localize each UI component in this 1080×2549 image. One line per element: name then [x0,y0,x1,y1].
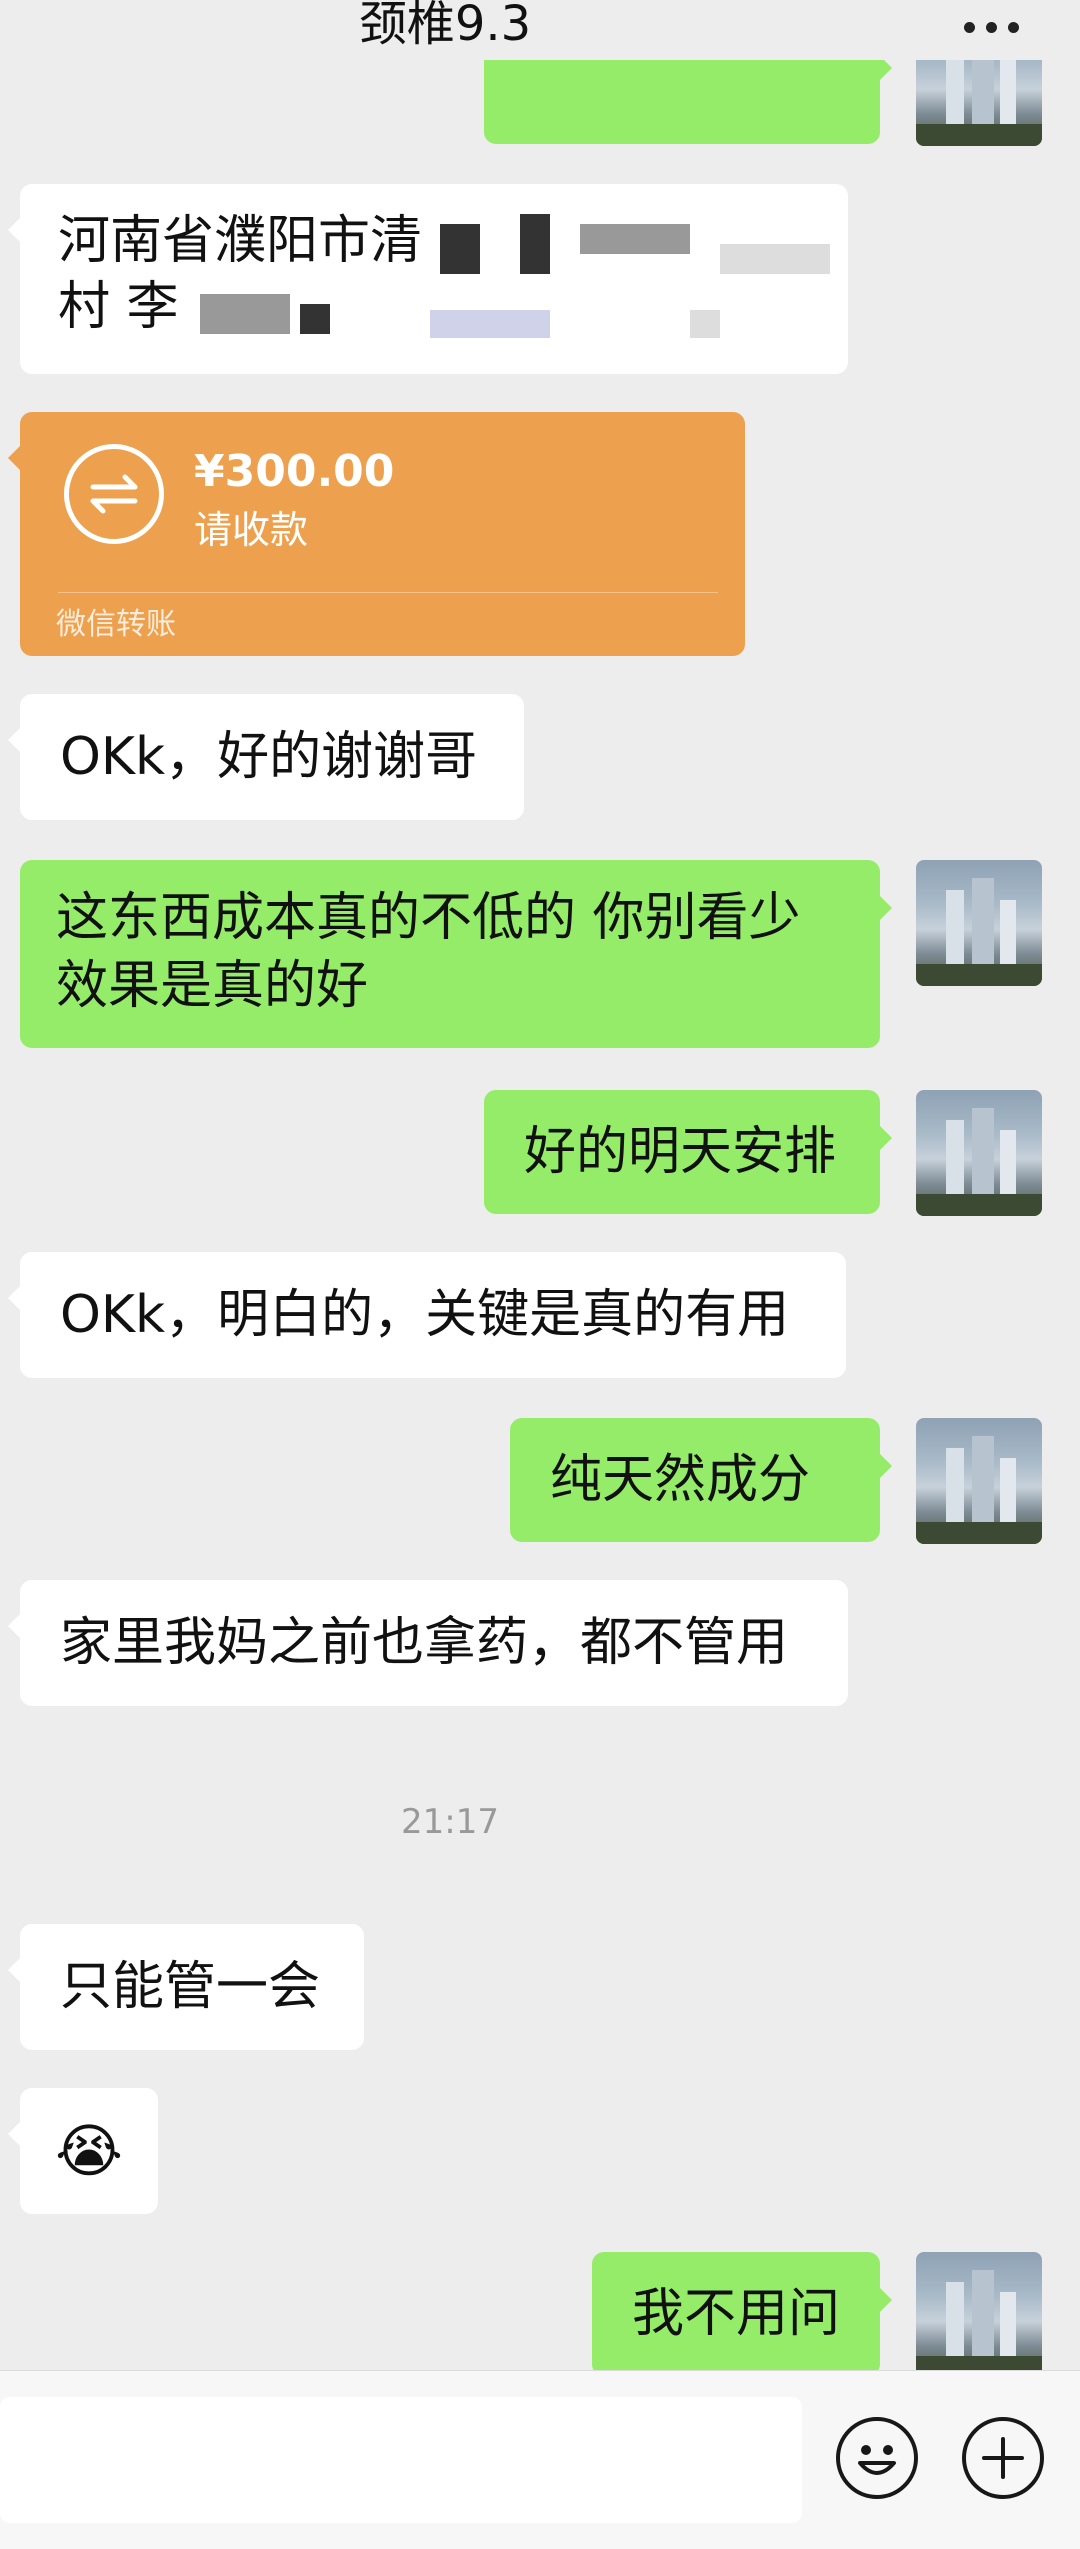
redaction-block [580,224,690,254]
message-bubble[interactable]: 家里我妈之前也拿药，都不管用 [8,1580,848,1706]
redaction-block [690,310,720,338]
transfer-status: 请收款 [194,508,309,552]
message-text: 只能管一会 [60,1957,321,2017]
redaction-block [720,244,830,274]
message-text: OKk，好的谢谢哥 [60,727,478,787]
avatar[interactable] [916,860,1042,986]
message-text: 好的明天安排 [524,1122,837,1182]
transfer-amount: ¥300.00 [194,446,395,497]
message-bubble[interactable]: 这东西成本真的不低的 你别看少 效果是真的好 [20,860,892,1048]
crying-laughing-emoji-icon: 😭 [55,2117,123,2185]
transfer-icon [64,444,164,544]
transfer-card[interactable]: ¥300.00 请收款 微信转账 [8,412,745,656]
emoji-icon[interactable] [836,2417,918,2499]
message-bubble[interactable]: 好的明天安排 [484,1090,892,1214]
transfer-footer: 微信转账 [56,607,176,642]
divider [58,592,718,593]
message-bubble[interactable]: 我不用问 [592,2252,892,2370]
message-bubble[interactable]: OKk，明白的，关键是真的有用 [8,1252,846,1378]
message-text: 这东西成本真的不低的 你别看少 [56,888,801,948]
message-bubble[interactable]: OKk，好的谢谢哥 [8,694,524,820]
chat-header: 颈椎9.3 [0,0,1080,60]
chat-scroll-area[interactable]: 河南省濮阳市清 村 李 ¥300.00 请收款 微信转账 OKk，好的谢谢哥 这… [0,0,1080,2370]
avatar[interactable] [916,1418,1042,1544]
address-line-1: 河南省濮阳市清 [58,211,423,271]
message-input[interactable] [0,2397,802,2523]
message-bubble[interactable]: 纯天然成分 [510,1418,892,1542]
message-text: 我不用问 [632,2284,841,2344]
redaction-block [520,214,550,274]
avatar[interactable] [916,2252,1042,2370]
message-text: OKk，明白的，关键是真的有用 [60,1285,790,1345]
redaction-block [440,224,480,274]
timestamp: 21:17 [401,1802,499,1842]
more-icon[interactable] [964,22,1020,34]
input-bar [0,2370,1080,2549]
message-text: 家里我妈之前也拿药，都不管用 [60,1613,789,1673]
message-bubble[interactable]: 只能管一会 [8,1924,364,2050]
redaction-block [200,294,290,334]
chat-title: 颈椎9.3 [358,0,532,52]
message-text: 纯天然成分 [550,1450,811,1510]
redaction-block [300,304,330,334]
message-bubble-address[interactable]: 河南省濮阳市清 村 李 [8,184,848,374]
avatar[interactable] [916,1090,1042,1216]
message-text: 效果是真的好 [56,956,369,1016]
plus-icon[interactable] [962,2417,1044,2499]
redaction-block [430,310,550,338]
message-bubble-emoji[interactable]: 😭 [8,2088,158,2214]
